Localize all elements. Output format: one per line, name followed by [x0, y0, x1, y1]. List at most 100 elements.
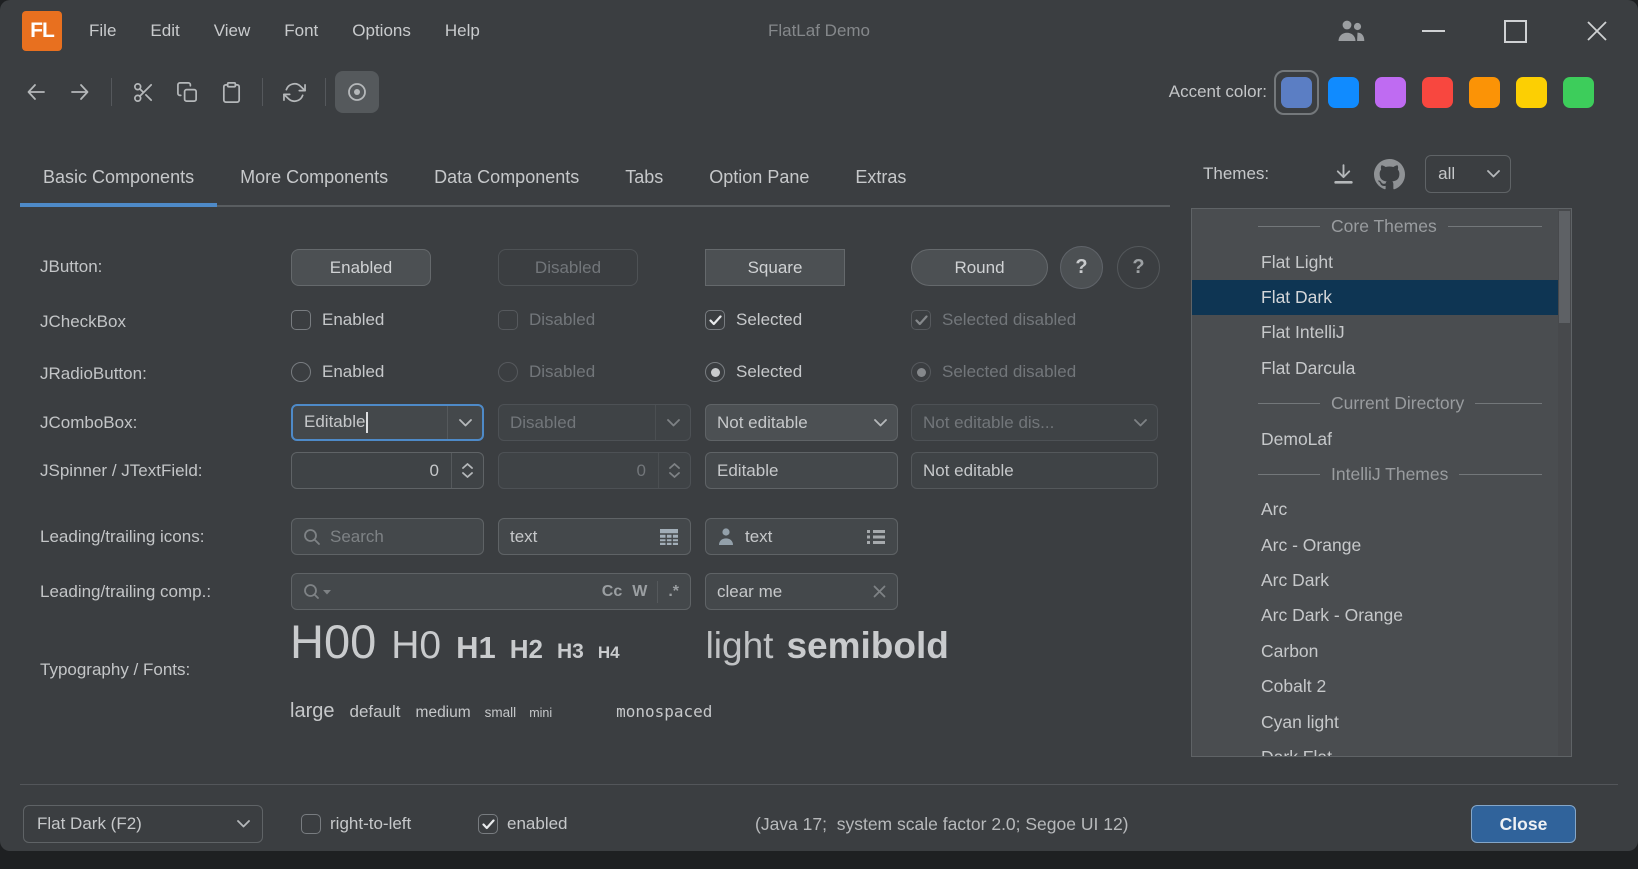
search-with-options-field[interactable]: Cc W .* — [291, 573, 691, 610]
themes-filter-combobox[interactable]: all — [1425, 155, 1511, 193]
themes-scrollbar[interactable] — [1558, 209, 1571, 756]
combobox-value[interactable]: Editable — [293, 412, 447, 433]
theme-item-carbon[interactable]: Carbon — [1192, 634, 1558, 669]
large-sample: large — [290, 700, 334, 723]
text-field-person-list[interactable]: text — [705, 518, 898, 555]
copy-button[interactable] — [165, 71, 209, 113]
radio-enabled[interactable]: Enabled — [291, 362, 384, 382]
theme-item-flat-intellij[interactable]: Flat IntelliJ — [1192, 315, 1558, 350]
match-case-button[interactable]: Cc — [602, 583, 622, 601]
chevron-down-icon[interactable] — [447, 406, 482, 439]
accent-swatch-green[interactable] — [1555, 69, 1602, 115]
checkbox-enabled[interactable]: Enabled — [291, 310, 384, 330]
textfield-value[interactable]: clear me — [717, 582, 873, 602]
download-themes-button[interactable] — [1323, 154, 1363, 194]
combobox-value: Not editable — [706, 413, 863, 433]
tab-more-components[interactable]: More Components — [217, 150, 411, 205]
checkbox-selected[interactable]: Selected — [705, 310, 802, 330]
theme-item-demolaf[interactable]: DemoLaf — [1192, 421, 1558, 456]
spinner-enabled[interactable]: 0 — [291, 452, 484, 489]
accent-swatch-blue[interactable] — [1320, 69, 1367, 115]
theme-item-cyan-light[interactable]: Cyan light — [1192, 704, 1558, 739]
help-button-outlined[interactable]: ? — [1117, 246, 1160, 289]
menu-help[interactable]: Help — [428, 21, 497, 41]
cut-button[interactable] — [121, 71, 165, 113]
refresh-button[interactable] — [272, 71, 316, 113]
maximize-button[interactable] — [1474, 0, 1556, 62]
tab-tabs[interactable]: Tabs — [602, 150, 686, 205]
regex-button[interactable]: .* — [668, 583, 679, 601]
combobox-editable[interactable]: Editable — [291, 404, 484, 441]
menu-file[interactable]: File — [72, 21, 133, 41]
radio-selected-icon — [705, 362, 725, 382]
round-button[interactable]: Round — [911, 249, 1048, 286]
theme-item-flat-dark[interactable]: Flat Dark — [1192, 280, 1558, 315]
clear-icon[interactable] — [873, 585, 886, 598]
github-button[interactable] — [1369, 154, 1409, 194]
theme-item-arc-orange[interactable]: Arc - Orange — [1192, 528, 1558, 563]
scrollbar-thumb[interactable] — [1559, 211, 1570, 323]
h00-sample: H00 — [290, 614, 376, 669]
radio-icon — [498, 362, 518, 382]
theme-item-dark-flat[interactable]: Dark Flat — [1192, 740, 1558, 757]
whole-word-button[interactable]: W — [632, 583, 647, 601]
paste-button[interactable] — [209, 71, 253, 113]
rtl-checkbox[interactable]: right-to-left — [301, 814, 411, 834]
search-field[interactable] — [291, 518, 484, 555]
textfield-value[interactable]: Editable — [717, 461, 778, 481]
tab-data-components[interactable]: Data Components — [411, 150, 602, 205]
textfield-value[interactable]: text — [745, 527, 866, 547]
checkbox-selected-disabled: Selected disabled — [911, 310, 1076, 330]
back-button[interactable] — [14, 71, 58, 113]
chevron-down-icon[interactable] — [863, 405, 897, 440]
checkbox-disabled: Disabled — [498, 310, 595, 330]
enabled-button[interactable]: Enabled — [291, 249, 431, 286]
list-icon[interactable] — [866, 529, 886, 545]
theme-item-flat-light[interactable]: Flat Light — [1192, 244, 1558, 279]
theme-item-cobalt-2[interactable]: Cobalt 2 — [1192, 669, 1558, 704]
clearable-field[interactable]: clear me — [705, 573, 898, 610]
textfield-editable[interactable]: Editable — [705, 452, 898, 489]
table-icon[interactable] — [659, 528, 679, 546]
tab-option-pane[interactable]: Option Pane — [686, 150, 832, 205]
accent-swatch-purple[interactable] — [1367, 69, 1414, 115]
menu-edit[interactable]: Edit — [133, 21, 196, 41]
accent-swatch-orange[interactable] — [1461, 69, 1508, 115]
show-hover-toggle[interactable] — [335, 71, 379, 113]
accent-swatch-yellow[interactable] — [1508, 69, 1555, 115]
search-dropdown-icon[interactable] — [303, 583, 331, 601]
radio-selected[interactable]: Selected — [705, 362, 802, 382]
tab-extras[interactable]: Extras — [832, 150, 929, 205]
spinner-buttons[interactable] — [451, 453, 483, 488]
spinner-value[interactable]: 0 — [292, 461, 451, 481]
minimize-button[interactable] — [1392, 0, 1474, 62]
search-input[interactable] — [330, 527, 472, 547]
users-button[interactable] — [1310, 0, 1392, 62]
field-separator — [657, 581, 658, 603]
small-sample: small — [485, 705, 517, 720]
accent-swatch-default[interactable] — [1274, 70, 1319, 115]
jcombobox-label: JComboBox: — [40, 413, 137, 433]
combobox-not-editable[interactable]: Not editable — [705, 404, 898, 441]
enabled-checkbox[interactable]: enabled — [478, 814, 568, 834]
menu-options[interactable]: Options — [335, 21, 428, 41]
help-button-filled[interactable]: ? — [1060, 246, 1103, 289]
chevron-down-icon — [1487, 170, 1500, 178]
textfield-value[interactable]: text — [510, 527, 659, 547]
square-button[interactable]: Square — [705, 249, 845, 286]
close-window-button[interactable] — [1556, 0, 1638, 62]
menu-view[interactable]: View — [197, 21, 268, 41]
light-sample: light — [706, 625, 774, 667]
theme-item-flat-darcula[interactable]: Flat Darcula — [1192, 351, 1558, 386]
laf-combobox[interactable]: Flat Dark (F2) — [23, 805, 263, 843]
accent-swatch-red[interactable] — [1414, 69, 1461, 115]
forward-button[interactable] — [58, 71, 102, 113]
theme-item-arc-dark[interactable]: Arc Dark — [1192, 563, 1558, 598]
tab-basic-components[interactable]: Basic Components — [20, 150, 217, 205]
spinner-buttons — [658, 453, 690, 488]
menu-font[interactable]: Font — [267, 21, 335, 41]
theme-item-arc[interactable]: Arc — [1192, 492, 1558, 527]
text-field-trailing-table[interactable]: text — [498, 518, 691, 555]
close-button[interactable]: Close — [1471, 805, 1576, 843]
theme-item-arc-dark-orange[interactable]: Arc Dark - Orange — [1192, 598, 1558, 633]
